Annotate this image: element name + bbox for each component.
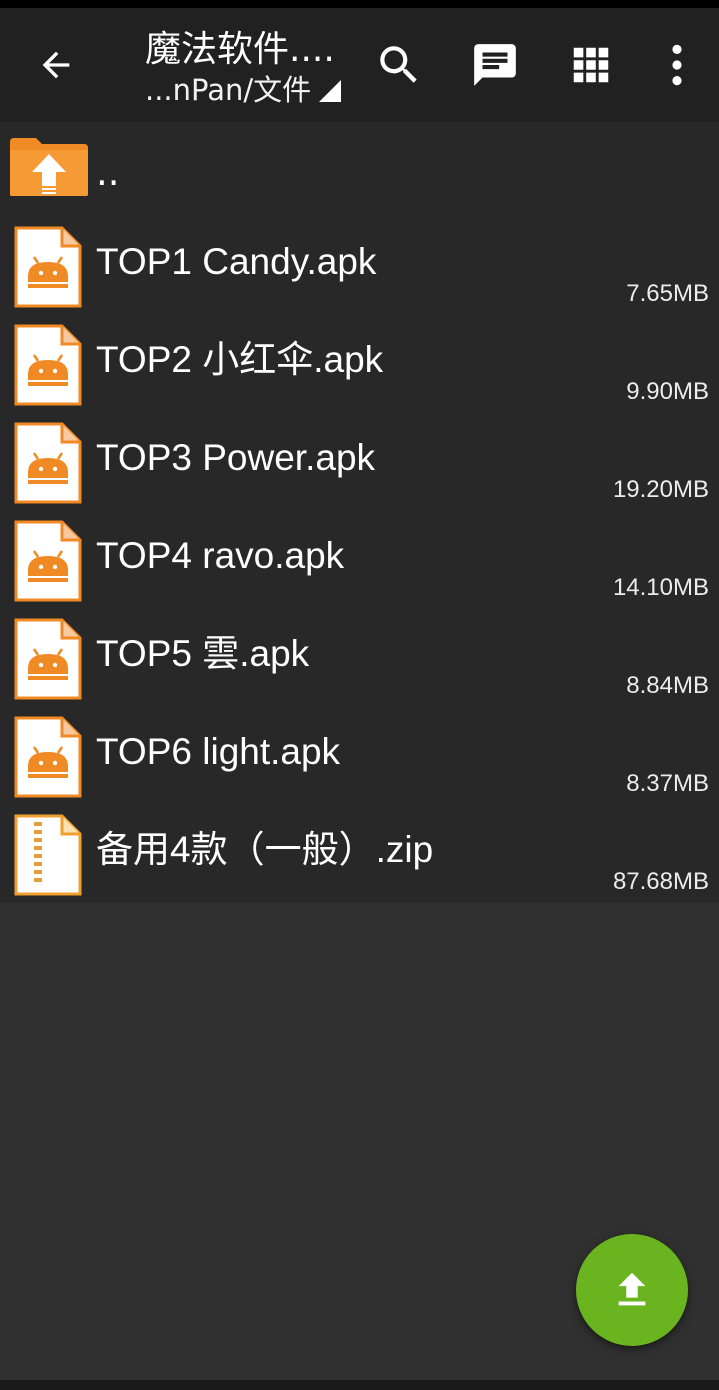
status-bar <box>0 0 719 8</box>
file-size: 8.84MB <box>626 672 709 699</box>
zip-file-icon <box>14 814 82 896</box>
grid-view-icon <box>573 47 609 83</box>
apk-file-icon <box>14 422 82 504</box>
apk-file-icon <box>14 324 82 406</box>
file-size: 87.68MB <box>612 868 709 895</box>
file-name: TOP1 Candy.apk <box>96 241 377 282</box>
file-size: 9.90MB <box>626 378 709 405</box>
upload-icon <box>618 1272 646 1306</box>
file-name: TOP5 雲.apk <box>96 633 310 674</box>
path-dropdown[interactable]: ...nPan/文件 <box>145 72 360 108</box>
dropdown-triangle-icon <box>319 80 342 102</box>
file-row[interactable]: TOP4 ravo.apk 14.10MB <box>0 512 719 610</box>
search-button[interactable] <box>372 38 426 92</box>
message-icon <box>474 44 516 86</box>
file-name: TOP3 Power.apk <box>96 437 376 478</box>
more-vert-icon <box>672 44 682 86</box>
folder-up-icon <box>10 138 88 196</box>
file-size: 7.65MB <box>626 280 709 307</box>
file-size: 19.20MB <box>612 476 709 503</box>
search-icon <box>380 46 417 83</box>
file-name: 备用4款（一般）.zip <box>96 829 434 870</box>
file-size: 8.37MB <box>626 770 709 797</box>
file-row[interactable]: 备用4款（一般）.zip 87.68MB <box>0 806 719 904</box>
file-row[interactable]: TOP1 Candy.apk 7.65MB <box>0 218 719 316</box>
toolbar-title[interactable]: 魔法软件.... <box>145 28 365 72</box>
file-row[interactable]: TOP6 light.apk 8.37MB <box>0 708 719 806</box>
file-list: .. TOP1 Candy.apk 7.65MB TOP2 小红伞.apk 9.90… <box>0 122 719 903</box>
apk-file-icon <box>14 226 82 308</box>
grid-view-button[interactable] <box>564 38 618 92</box>
parent-directory-label: .. <box>96 151 120 194</box>
file-size: 14.10MB <box>612 574 709 601</box>
message-button[interactable] <box>468 38 522 92</box>
navigation-bar <box>0 1380 719 1390</box>
file-name: TOP4 ravo.apk <box>96 535 345 576</box>
apk-file-icon <box>14 618 82 700</box>
file-row[interactable]: TOP2 小红伞.apk 9.90MB <box>0 316 719 414</box>
upload-fab-button[interactable] <box>576 1234 688 1346</box>
file-name: TOP6 light.apk <box>96 731 341 772</box>
file-name: TOP2 小红伞.apk <box>96 339 384 380</box>
parent-directory-row[interactable]: .. <box>0 122 719 218</box>
apk-file-icon <box>14 716 82 798</box>
more-options-button[interactable] <box>650 38 704 92</box>
path-label: ...nPan/文件 <box>145 73 312 107</box>
back-button[interactable] <box>30 39 82 91</box>
file-row[interactable]: TOP3 Power.apk 19.20MB <box>0 414 719 512</box>
back-arrow-icon <box>42 51 70 79</box>
toolbar: 魔法软件.... ...nPan/文件 <box>0 8 719 122</box>
apk-file-icon <box>14 520 82 602</box>
file-row[interactable]: TOP5 雲.apk 8.84MB <box>0 610 719 708</box>
